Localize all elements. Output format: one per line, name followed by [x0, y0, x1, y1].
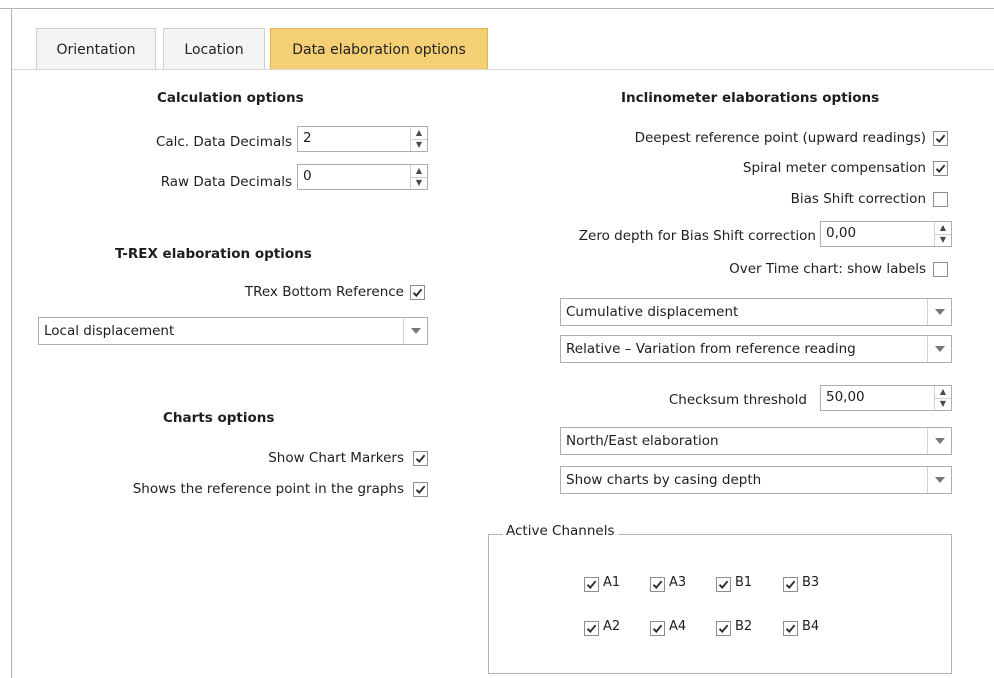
spin-down-icon[interactable]: ▼: [411, 138, 427, 152]
chart-depth-mode-dropdown[interactable]: Show charts by casing depth: [560, 466, 952, 494]
checkmark-icon: [785, 580, 796, 590]
trex-displacement-dropdown[interactable]: Local displacement: [38, 317, 428, 345]
channel-b2-label: B2: [735, 619, 753, 634]
checkmark-icon: [415, 454, 426, 464]
tab-strip-divider: [12, 69, 994, 70]
channel-a2-label: A2: [603, 619, 621, 634]
spin-down-icon[interactable]: ▼: [935, 397, 951, 411]
raw-data-decimals-label: Raw Data Decimals: [160, 174, 292, 190]
channel-b4-label: B4: [802, 619, 820, 634]
raw-data-decimals-value[interactable]: 0: [298, 165, 410, 189]
checkmark-icon: [785, 624, 796, 634]
bias-shift-correction-checkbox[interactable]: [933, 192, 948, 207]
chevron-down-icon: [934, 309, 945, 315]
show-reference-point-checkbox[interactable]: [413, 482, 428, 497]
spin-up-icon[interactable]: ▲: [411, 127, 427, 139]
checksum-threshold-label: Checksum threshold: [668, 392, 807, 408]
spiral-meter-compensation-checkbox[interactable]: [933, 161, 948, 176]
chevron-down-icon: [934, 438, 945, 444]
channel-b3-checkbox[interactable]: [783, 577, 798, 592]
channel-b3-label: B3: [802, 575, 820, 590]
channel-a2-checkbox[interactable]: [584, 621, 599, 636]
zero-depth-bias-label: Zero depth for Bias Shift correction: [578, 228, 816, 244]
channel-a3-label: A3: [669, 575, 687, 590]
channel-b1-checkbox[interactable]: [716, 577, 731, 592]
channel-b1-label: B1: [735, 575, 753, 590]
reading-mode-value: Relative – Variation from reference read…: [566, 341, 856, 357]
channel-b4-checkbox[interactable]: [783, 621, 798, 636]
checkmark-icon: [652, 580, 663, 590]
active-channels-group: [488, 534, 952, 674]
window-left-border: [11, 8, 12, 678]
over-time-show-labels-label: Over Time chart: show labels: [729, 261, 926, 277]
window-top-border: [0, 8, 994, 9]
checkmark-icon: [415, 485, 426, 495]
calc-data-decimals-value[interactable]: 2: [298, 127, 410, 151]
zero-depth-bias-value[interactable]: 0,00: [821, 222, 934, 246]
channel-a4-label: A4: [669, 619, 687, 634]
chevron-down-icon: [410, 328, 421, 334]
trex-displacement-value: Local displacement: [44, 323, 175, 339]
inclinometer-options-header: Inclinometer elaborations options: [621, 90, 880, 106]
calculation-options-header: Calculation options: [157, 90, 304, 106]
trex-options-header: T-REX elaboration options: [115, 246, 312, 262]
checkmark-icon: [935, 134, 946, 144]
displacement-type-value: Cumulative displacement: [566, 304, 739, 320]
checkmark-icon: [718, 624, 729, 634]
spin-down-icon[interactable]: ▼: [411, 176, 427, 190]
deepest-reference-checkbox[interactable]: [933, 131, 948, 146]
elaboration-direction-value: North/East elaboration: [566, 433, 719, 449]
spin-up-icon[interactable]: ▲: [411, 165, 427, 177]
charts-options-header: Charts options: [163, 410, 275, 426]
reading-mode-dropdown[interactable]: Relative – Variation from reference read…: [560, 335, 952, 363]
deepest-reference-label: Deepest reference point (upward readings…: [634, 130, 926, 146]
spin-down-icon[interactable]: ▼: [935, 233, 951, 247]
checkmark-icon: [412, 288, 423, 298]
channel-a4-checkbox[interactable]: [650, 621, 665, 636]
checksum-threshold-stepper[interactable]: 50,00 ▲ ▼: [820, 385, 952, 411]
calc-data-decimals-stepper[interactable]: 2 ▲ ▼: [297, 126, 428, 152]
show-chart-markers-checkbox[interactable]: [413, 451, 428, 466]
tab-label: Location: [184, 41, 244, 58]
displacement-type-dropdown[interactable]: Cumulative displacement: [560, 298, 952, 326]
chevron-down-icon: [934, 346, 945, 352]
raw-data-decimals-stepper[interactable]: 0 ▲ ▼: [297, 164, 428, 190]
chart-depth-mode-value: Show charts by casing depth: [566, 472, 762, 488]
checkmark-icon: [935, 164, 946, 174]
active-channels-title: Active Channels: [503, 523, 618, 539]
checkmark-icon: [586, 580, 597, 590]
show-reference-point-label: Shows the reference point in the graphs: [132, 481, 404, 497]
show-chart-markers-label: Show Chart Markers: [268, 450, 404, 466]
tab-orientation[interactable]: Orientation: [36, 28, 156, 70]
zero-depth-bias-stepper[interactable]: 0,00 ▲ ▼: [820, 221, 952, 247]
checksum-threshold-value[interactable]: 50,00: [821, 386, 934, 410]
over-time-show-labels-checkbox[interactable]: [933, 262, 948, 277]
tab-location[interactable]: Location: [163, 28, 265, 70]
chevron-down-icon: [934, 477, 945, 483]
checkmark-icon: [718, 580, 729, 590]
checkmark-icon: [652, 624, 663, 634]
elaboration-direction-dropdown[interactable]: North/East elaboration: [560, 427, 952, 455]
channel-a1-label: A1: [603, 575, 621, 590]
calc-data-decimals-label: Calc. Data Decimals: [155, 134, 292, 150]
tab-label: Orientation: [56, 41, 136, 58]
checkmark-icon: [586, 624, 597, 634]
bias-shift-correction-label: Bias Shift correction: [790, 191, 926, 207]
tab-data-elaboration-options[interactable]: Data elaboration options: [270, 28, 488, 70]
spin-up-icon[interactable]: ▲: [935, 386, 951, 398]
tab-label: Data elaboration options: [292, 41, 466, 58]
channel-a3-checkbox[interactable]: [650, 577, 665, 592]
trex-bottom-reference-checkbox[interactable]: [410, 285, 425, 300]
spin-up-icon[interactable]: ▲: [935, 222, 951, 234]
channel-b2-checkbox[interactable]: [716, 621, 731, 636]
spiral-meter-compensation-label: Spiral meter compensation: [742, 160, 926, 176]
channel-a1-checkbox[interactable]: [584, 577, 599, 592]
trex-bottom-reference-label: TRex Bottom Reference: [244, 284, 404, 300]
